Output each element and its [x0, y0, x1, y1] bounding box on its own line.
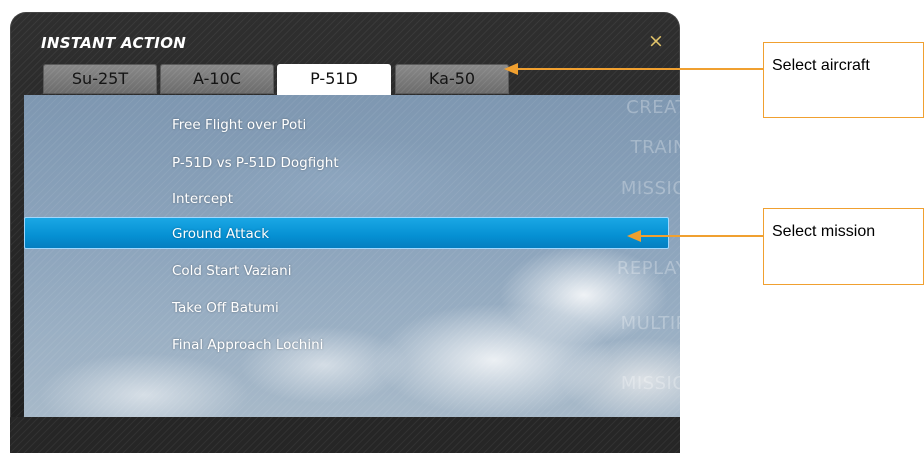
mission-callout-arrow — [627, 230, 763, 242]
callout-arrows — [504, 63, 763, 242]
aircraft-callout-arrow — [504, 63, 763, 75]
